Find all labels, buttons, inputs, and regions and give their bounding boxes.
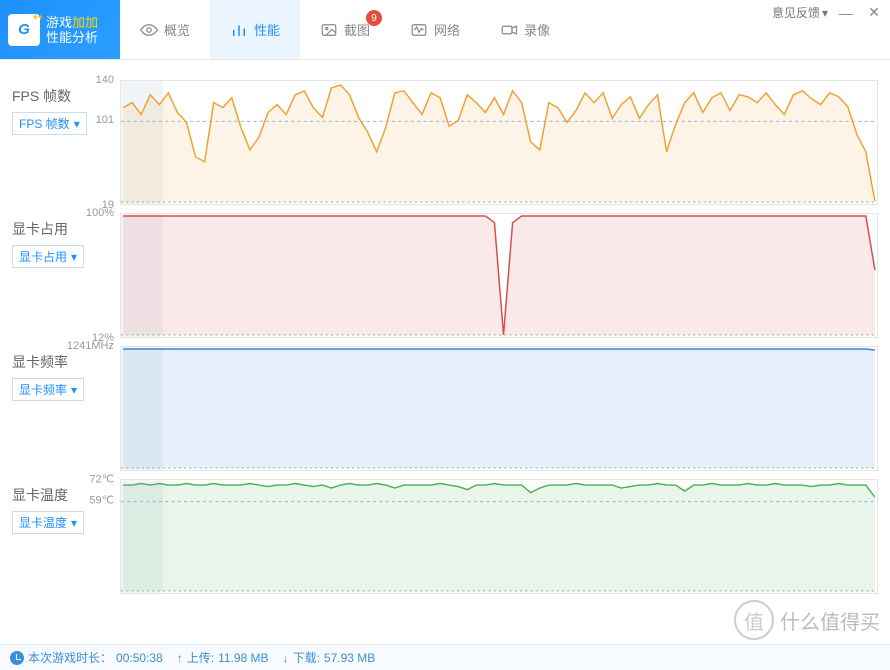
tab-performance[interactable]: 性能 [210, 0, 300, 59]
chart-gpu-temp [120, 479, 878, 594]
panel-gpu-temp: 显卡温度 显卡温度▾ 72℃ 59℃ [12, 479, 878, 594]
tab-record[interactable]: 录像 [480, 0, 570, 59]
tab-performance-label: 性能 [254, 20, 280, 39]
upload-value: 11.98 MB [218, 651, 268, 665]
session-time: 本次游戏时长： 00:50:38 [10, 649, 163, 666]
statusbar: 本次游戏时长： 00:50:38 ↑ 上传: 11.98 MB ↓ 下载: 57… [0, 644, 890, 670]
app-window: G 游戏加加 性能分析 概览 性能 截图 9 网络 [0, 0, 890, 670]
download-value: 57.93 MB [324, 651, 375, 665]
video-icon [500, 21, 518, 39]
chart-gpu-clock [120, 346, 878, 471]
download-stat: ↓ 下载: 57.93 MB [283, 649, 376, 666]
panel-gpu-clock: 显卡频率 显卡频率▾ 1241MHz [12, 346, 878, 471]
download-label: 下载: [293, 649, 320, 666]
screenshot-badge: 9 [366, 10, 382, 26]
clock-icon [10, 651, 24, 665]
gpu-clock-ymax: 1241MHz [67, 340, 114, 352]
tab-screenshot[interactable]: 截图 9 [300, 0, 390, 59]
tab-record-label: 录像 [524, 20, 550, 39]
fps-ymid: 101 [96, 114, 114, 126]
barchart-icon [230, 21, 248, 39]
download-icon: ↓ [283, 651, 289, 665]
feedback-label: 意见反馈 [772, 4, 820, 21]
feedback-link[interactable]: 意见反馈▾ [772, 4, 828, 21]
minimize-button[interactable]: — [836, 5, 856, 21]
session-label: 本次游戏时长： [28, 649, 112, 666]
topbar: G 游戏加加 性能分析 概览 性能 截图 9 网络 [0, 0, 890, 60]
session-value: 00:50:38 [116, 651, 163, 665]
logo-line1a: 游戏 [46, 15, 72, 30]
panel-gpu-usage: 显卡占用 显卡占用▾ 100% 12% [12, 213, 878, 338]
gpu-temp-ymax: 72℃ [89, 473, 114, 486]
close-button[interactable]: ✕ [864, 4, 884, 21]
content-area: FPS 帧数 FPS 帧数▾ 140 101 19 显卡占用 显卡占用▾ 100… [0, 60, 890, 644]
logo-block: G 游戏加加 性能分析 [0, 0, 120, 59]
panel-fps: FPS 帧数 FPS 帧数▾ 140 101 19 [12, 80, 878, 205]
panel-gpu-temp-dd-label: 显卡温度 [19, 514, 67, 531]
tab-overview[interactable]: 概览 [120, 0, 210, 59]
tab-network[interactable]: 网络 [390, 0, 480, 59]
tab-overview-label: 概览 [164, 20, 190, 39]
chart-gpu-usage [120, 213, 878, 338]
upload-label: 上传: [187, 649, 214, 666]
panel-fps-dd-label: FPS 帧数 [19, 115, 70, 132]
logo-line2: 性能分析 [46, 30, 98, 45]
tab-screenshot-label: 截图 [344, 20, 370, 39]
gpu-usage-ymax: 100% [86, 207, 114, 219]
upload-icon: ↑ [177, 651, 183, 665]
chevron-down-icon: ▾ [822, 6, 828, 20]
activity-icon [410, 21, 428, 39]
eye-icon [140, 21, 158, 39]
logo-text: 游戏加加 性能分析 [46, 15, 98, 45]
fps-ymax: 140 [96, 74, 114, 86]
logo-icon: G [8, 14, 40, 46]
chart-fps [120, 80, 878, 205]
logo-line1b: 加加 [72, 15, 98, 30]
window-controls: 意见反馈▾ — ✕ [772, 4, 884, 21]
upload-stat: ↑ 上传: 11.98 MB [177, 649, 269, 666]
gpu-temp-ymin: 59℃ [89, 493, 114, 506]
tab-network-label: 网络 [434, 20, 460, 39]
image-icon [320, 21, 338, 39]
panel-gpu-usage-dd-label: 显卡占用 [19, 248, 67, 265]
panel-gpu-clock-dd-label: 显卡频率 [19, 381, 67, 398]
